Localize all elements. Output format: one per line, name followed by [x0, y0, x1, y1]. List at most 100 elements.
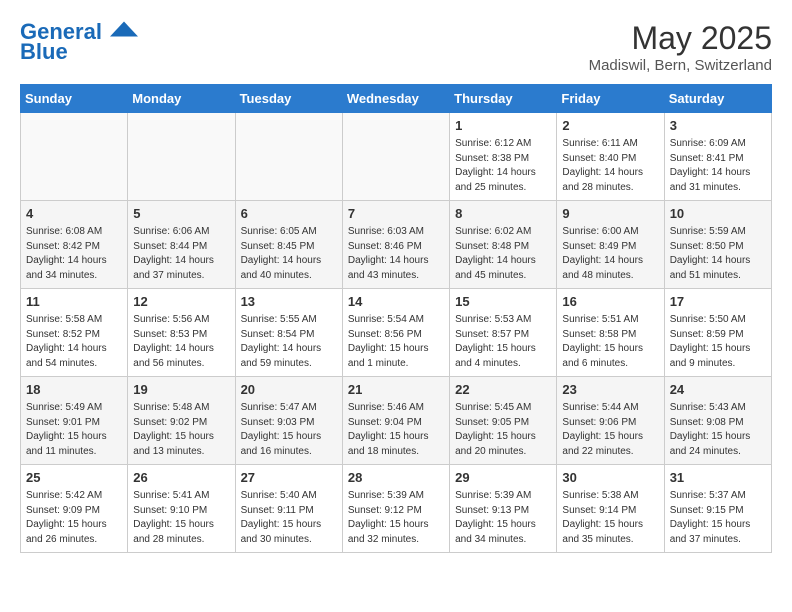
calendar-cell: 16 Sunrise: 5:51 AM Sunset: 8:58 PM Dayli…: [557, 289, 664, 377]
title-block: May 2025 Madiswil, Bern, Switzerland: [589, 20, 772, 74]
day-info: Sunrise: 5:48 AM Sunset: 9:02 PM Dayligh…: [133, 401, 229, 459]
day-info: Sunrise: 6:06 AM Sunset: 8:44 PM Dayligh…: [133, 225, 229, 283]
calendar-cell: 27 Sunrise: 5:40 AM Sunset: 9:11 PM Dayli…: [235, 465, 342, 553]
week-row-5: 25 Sunrise: 5:42 AM Sunset: 9:09 PM Dayli…: [21, 465, 772, 553]
calendar-cell: 10 Sunrise: 5:59 AM Sunset: 8:50 PM Dayli…: [664, 201, 771, 289]
calendar-cell: 1Sunrise: 6:12 AM Sunset: 8:38 PM Daylig…: [450, 113, 557, 201]
day-info: Sunrise: 5:47 AM Sunset: 9:03 PM Dayligh…: [241, 401, 337, 459]
day-number: 11: [26, 293, 122, 311]
calendar-cell: 4Sunrise: 6:08 AM Sunset: 8:42 PM Daylig…: [21, 201, 128, 289]
month-title: May 2025: [589, 20, 772, 57]
calendar-cell: 2 Sunrise: 6:11 AM Sunset: 8:40 PM Daylig…: [557, 113, 664, 201]
day-number: 16: [562, 293, 658, 311]
week-row-2: 4Sunrise: 6:08 AM Sunset: 8:42 PM Daylig…: [21, 201, 772, 289]
calendar-cell: 3 Sunrise: 6:09 AM Sunset: 8:41 PM Daylig…: [664, 113, 771, 201]
calendar-cell: 6Sunrise: 6:05 AM Sunset: 8:45 PM Daylig…: [235, 201, 342, 289]
calendar-cell: 11 Sunrise: 5:58 AM Sunset: 8:52 PM Dayli…: [21, 289, 128, 377]
week-row-3: 11 Sunrise: 5:58 AM Sunset: 8:52 PM Dayli…: [21, 289, 772, 377]
page-header: General Blue May 2025 Madiswil, Bern, Sw…: [20, 20, 772, 74]
calendar-cell: 25 Sunrise: 5:42 AM Sunset: 9:09 PM Dayli…: [21, 465, 128, 553]
day-info: Sunrise: 5:44 AM Sunset: 9:06 PM Dayligh…: [562, 401, 658, 459]
day-number: 25: [26, 469, 122, 487]
day-info: Sunrise: 6:00 AM Sunset: 8:49 PM Dayligh…: [562, 225, 658, 283]
day-info: Sunrise: 6:09 AM Sunset: 8:41 PM Dayligh…: [670, 137, 766, 195]
day-number: 24: [670, 381, 766, 399]
day-number: 30: [562, 469, 658, 487]
day-number: 4: [26, 205, 122, 223]
day-info: Sunrise: 5:51 AM Sunset: 8:58 PM Dayligh…: [562, 313, 658, 371]
day-info: Sunrise: 5:56 AM Sunset: 8:53 PM Dayligh…: [133, 313, 229, 371]
day-number: 9: [562, 205, 658, 223]
calendar-cell: 18 Sunrise: 5:49 AM Sunset: 9:01 PM Dayli…: [21, 377, 128, 465]
day-info: Sunrise: 5:49 AM Sunset: 9:01 PM Dayligh…: [26, 401, 122, 459]
col-header-friday: Friday: [557, 85, 664, 113]
day-info: Sunrise: 5:59 AM Sunset: 8:50 PM Dayligh…: [670, 225, 766, 283]
day-info: Sunrise: 5:40 AM Sunset: 9:11 PM Dayligh…: [241, 489, 337, 547]
calendar-cell: 19 Sunrise: 5:48 AM Sunset: 9:02 PM Dayli…: [128, 377, 235, 465]
day-number: 15: [455, 293, 551, 311]
col-header-monday: Monday: [128, 85, 235, 113]
calendar-cell: 7 Sunrise: 6:03 AM Sunset: 8:46 PM Daylig…: [342, 201, 449, 289]
day-number: 3: [670, 117, 766, 135]
week-row-1: 1Sunrise: 6:12 AM Sunset: 8:38 PM Daylig…: [21, 113, 772, 201]
day-number: 23: [562, 381, 658, 399]
calendar-cell: [235, 113, 342, 201]
day-number: 7: [348, 205, 444, 223]
day-number: 19: [133, 381, 229, 399]
day-number: 5: [133, 205, 229, 223]
col-header-sunday: Sunday: [21, 85, 128, 113]
day-number: 28: [348, 469, 444, 487]
day-number: 29: [455, 469, 551, 487]
day-info: Sunrise: 5:38 AM Sunset: 9:14 PM Dayligh…: [562, 489, 658, 547]
day-info: Sunrise: 5:41 AM Sunset: 9:10 PM Dayligh…: [133, 489, 229, 547]
calendar-cell: 22Sunrise: 5:45 AM Sunset: 9:05 PM Dayli…: [450, 377, 557, 465]
calendar-cell: [21, 113, 128, 201]
col-header-tuesday: Tuesday: [235, 85, 342, 113]
day-number: 27: [241, 469, 337, 487]
calendar-cell: 21Sunrise: 5:46 AM Sunset: 9:04 PM Dayli…: [342, 377, 449, 465]
day-info: Sunrise: 6:11 AM Sunset: 8:40 PM Dayligh…: [562, 137, 658, 195]
day-info: Sunrise: 6:03 AM Sunset: 8:46 PM Dayligh…: [348, 225, 444, 283]
calendar-cell: 24 Sunrise: 5:43 AM Sunset: 9:08 PM Dayli…: [664, 377, 771, 465]
day-info: Sunrise: 5:42 AM Sunset: 9:09 PM Dayligh…: [26, 489, 122, 547]
day-info: Sunrise: 5:58 AM Sunset: 8:52 PM Dayligh…: [26, 313, 122, 371]
calendar-cell: [342, 113, 449, 201]
calendar-cell: 13 Sunrise: 5:55 AM Sunset: 8:54 PM Dayli…: [235, 289, 342, 377]
calendar-cell: 26 Sunrise: 5:41 AM Sunset: 9:10 PM Dayli…: [128, 465, 235, 553]
calendar-cell: 31Sunrise: 5:37 AM Sunset: 9:15 PM Dayli…: [664, 465, 771, 553]
day-info: Sunrise: 5:39 AM Sunset: 9:13 PM Dayligh…: [455, 489, 551, 547]
day-info: Sunrise: 5:39 AM Sunset: 9:12 PM Dayligh…: [348, 489, 444, 547]
day-number: 8: [455, 205, 551, 223]
calendar-header-row: SundayMondayTuesdayWednesdayThursdayFrid…: [21, 85, 772, 113]
day-info: Sunrise: 5:55 AM Sunset: 8:54 PM Dayligh…: [241, 313, 337, 371]
day-number: 17: [670, 293, 766, 311]
calendar-table: SundayMondayTuesdayWednesdayThursdayFrid…: [20, 84, 772, 553]
day-number: 2: [562, 117, 658, 135]
col-header-wednesday: Wednesday: [342, 85, 449, 113]
calendar-cell: 23 Sunrise: 5:44 AM Sunset: 9:06 PM Dayli…: [557, 377, 664, 465]
calendar-cell: 28 Sunrise: 5:39 AM Sunset: 9:12 PM Dayli…: [342, 465, 449, 553]
day-info: Sunrise: 5:54 AM Sunset: 8:56 PM Dayligh…: [348, 313, 444, 371]
day-number: 18: [26, 381, 122, 399]
calendar-cell: [128, 113, 235, 201]
day-info: Sunrise: 6:12 AM Sunset: 8:38 PM Dayligh…: [455, 137, 551, 195]
week-row-4: 18 Sunrise: 5:49 AM Sunset: 9:01 PM Dayli…: [21, 377, 772, 465]
day-info: Sunrise: 5:43 AM Sunset: 9:08 PM Dayligh…: [670, 401, 766, 459]
logo: General Blue: [20, 20, 138, 64]
day-info: Sunrise: 5:46 AM Sunset: 9:04 PM Dayligh…: [348, 401, 444, 459]
day-info: Sunrise: 5:53 AM Sunset: 8:57 PM Dayligh…: [455, 313, 551, 371]
calendar-cell: 5 Sunrise: 6:06 AM Sunset: 8:44 PM Daylig…: [128, 201, 235, 289]
calendar-cell: 20 Sunrise: 5:47 AM Sunset: 9:03 PM Dayli…: [235, 377, 342, 465]
day-number: 26: [133, 469, 229, 487]
calendar-cell: 29 Sunrise: 5:39 AM Sunset: 9:13 PM Dayli…: [450, 465, 557, 553]
day-info: Sunrise: 5:45 AM Sunset: 9:05 PM Dayligh…: [455, 401, 551, 459]
logo-icon: [110, 19, 138, 39]
day-number: 20: [241, 381, 337, 399]
day-number: 10: [670, 205, 766, 223]
calendar-cell: 15 Sunrise: 5:53 AM Sunset: 8:57 PM Dayli…: [450, 289, 557, 377]
location: Madiswil, Bern, Switzerland: [589, 57, 772, 74]
day-info: Sunrise: 6:05 AM Sunset: 8:45 PM Dayligh…: [241, 225, 337, 283]
day-number: 14: [348, 293, 444, 311]
day-number: 13: [241, 293, 337, 311]
calendar-cell: 17Sunrise: 5:50 AM Sunset: 8:59 PM Dayli…: [664, 289, 771, 377]
